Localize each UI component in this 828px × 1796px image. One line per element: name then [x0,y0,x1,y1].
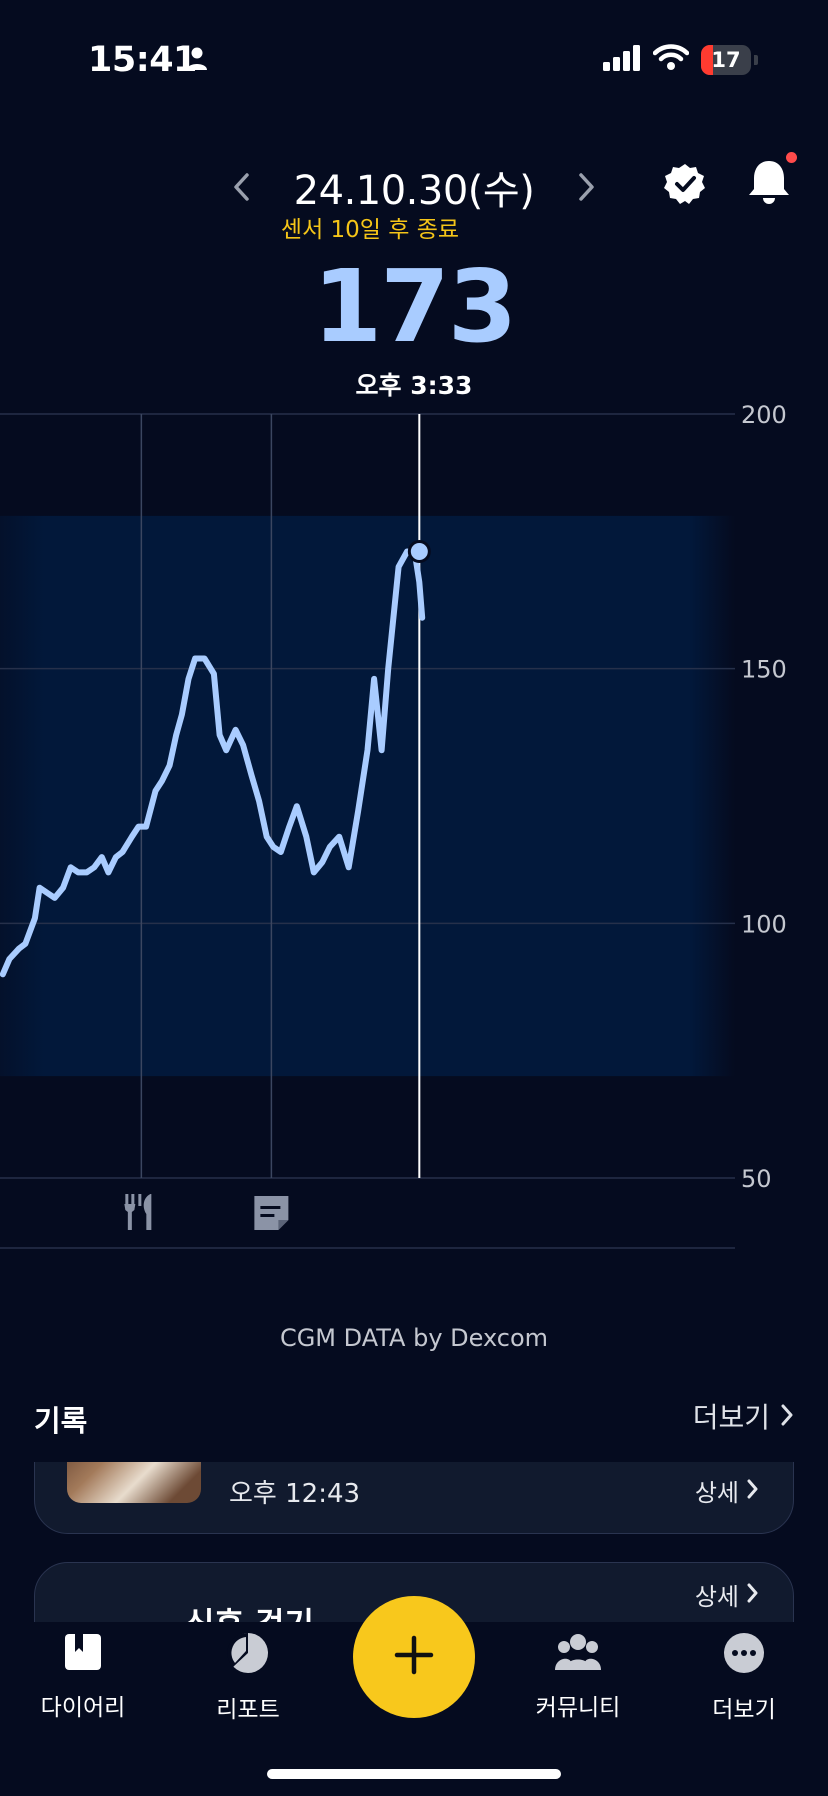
tab-report-label: 리포트 [216,1697,280,1723]
tab-report[interactable]: 리포트 [178,1632,318,1724]
records-title: 기록 [34,1404,88,1438]
community-icon [555,1632,601,1676]
status-time: 15:41 [88,40,197,80]
y-tick-label: 150 [741,656,787,684]
more-dots-icon [723,1632,765,1678]
records-more-link[interactable]: 더보기 [693,1396,794,1436]
y-tick-label: 200 [741,401,787,429]
date-label: 24.10.30(수) [293,168,535,214]
bell-icon[interactable] [746,158,792,210]
note-icon[interactable] [254,1196,289,1230]
signal-icon [603,44,641,75]
fork-knife-icon[interactable] [124,1194,152,1230]
detail-label: 상세 [694,1479,739,1507]
sensor-expiry-note: 센서 10일 후 종료 [280,217,460,243]
home-indicator [267,1769,561,1779]
tab-diary-label: 다이어리 [40,1695,126,1721]
record-title: 식후 걷기 [185,1599,314,1622]
detail-label: 상세 [694,1583,739,1611]
current-glucose-point [407,540,431,564]
glucose-value: 173 [312,248,518,365]
status-indicators: 17 [603,44,758,75]
battery-indicator: 17 [701,44,751,75]
battery-percent: 17 [711,47,741,72]
chevron-right-icon [747,1477,759,1505]
tab-diary[interactable]: 다이어리 [13,1632,153,1722]
diary-icon [63,1632,103,1676]
y-tick-label: 50 [741,1165,772,1193]
tab-more[interactable]: 더보기 [674,1632,814,1724]
glucose-chart[interactable]: 20015010050오후 12시오후 2시오후 4시오후 6시 [0,390,828,1314]
detail-button[interactable]: 상세 [695,1577,759,1612]
meal-photo [67,1462,201,1503]
chevron-right-icon [780,1400,794,1433]
y-tick-label: 100 [741,910,787,938]
data-source-label: CGM DATA by Dexcom [279,1324,549,1352]
chevron-right-icon[interactable] [568,169,604,205]
detail-button[interactable]: 상세 [695,1473,759,1508]
chevron-right-icon [747,1581,759,1609]
tab-community[interactable]: 커뮤니티 [508,1632,648,1722]
tab-more-label: 더보기 [712,1697,776,1723]
report-pie-icon [227,1632,269,1678]
plus-icon [393,1634,435,1680]
chevron-left-icon[interactable] [224,169,260,205]
record-card[interactable]: 오후 12:43 상세 [34,1462,794,1534]
verified-badge-icon[interactable] [663,162,707,210]
tab-community-label: 커뮤니티 [535,1695,621,1721]
glucose-chart-svg: 20015010050오후 12시오후 2시오후 4시오후 6시 [0,401,787,1314]
target-range-band [0,515,735,1077]
record-time: 오후 12:43 [229,1479,361,1509]
person-icon [186,47,208,75]
notification-dot [786,152,797,163]
wifi-icon [652,44,690,75]
records-more-label: 더보기 [692,1401,770,1434]
add-record-button[interactable] [353,1596,475,1718]
